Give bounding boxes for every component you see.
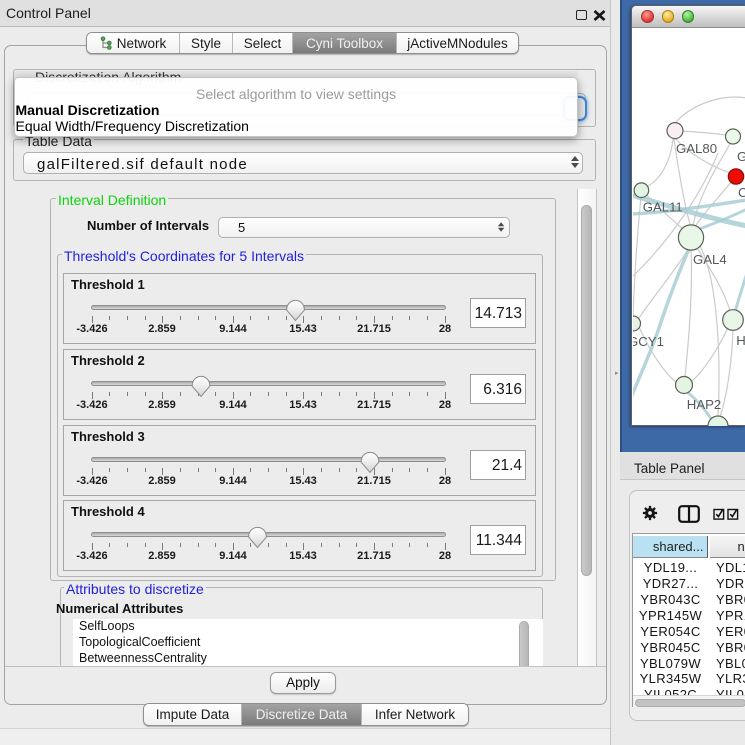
svg-text:G.: G.: [737, 149, 745, 164]
svg-text:GAL80: GAL80: [676, 141, 717, 156]
svg-text:C: C: [738, 185, 745, 200]
svg-text:GAL4: GAL4: [693, 252, 727, 267]
svg-text:H: H: [736, 333, 745, 348]
svg-text:GCY1: GCY1: [633, 334, 664, 349]
svg-text:GAL11: GAL11: [643, 200, 683, 215]
svg-text:HAP2: HAP2: [687, 397, 721, 412]
